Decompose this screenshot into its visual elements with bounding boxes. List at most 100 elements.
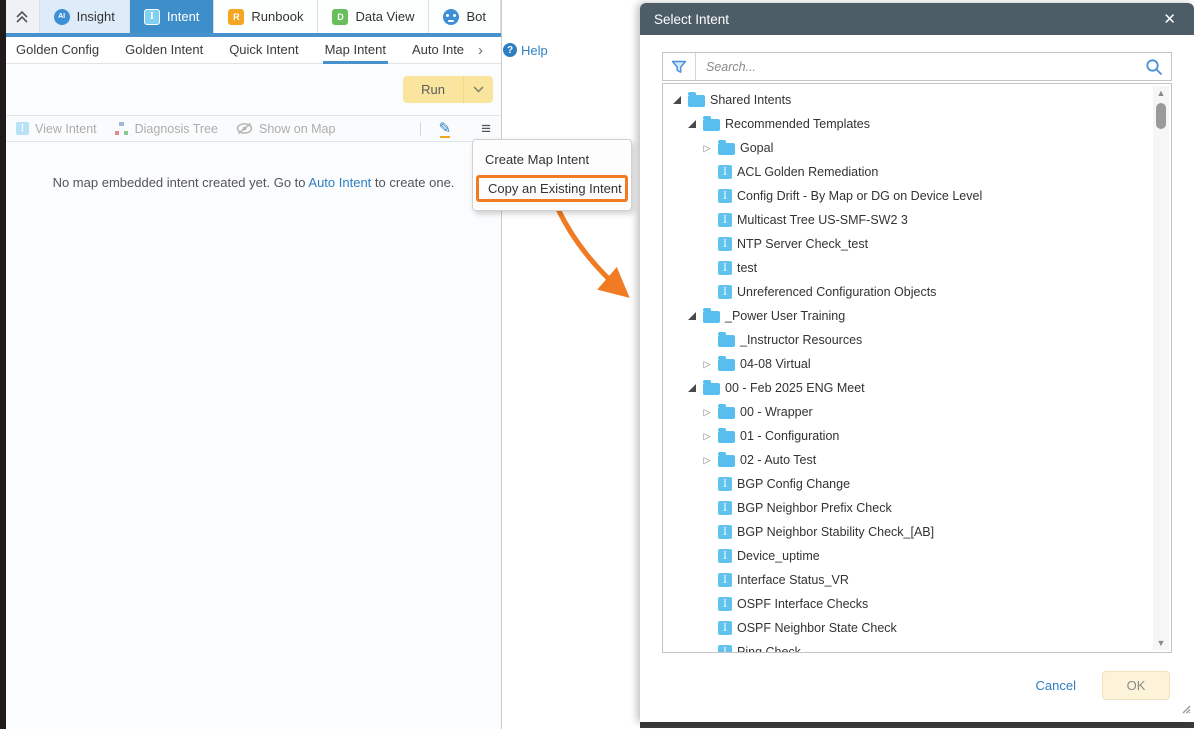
tree-item-label: 01 - Configuration — [740, 429, 839, 443]
folder-icon — [718, 359, 735, 371]
tree-item[interactable]: ▷02 - Auto Test — [663, 448, 1151, 472]
tree-item[interactable]: 00 - Feb 2025 ENG Meet — [663, 376, 1151, 400]
expander-icon[interactable]: ▷ — [701, 407, 713, 418]
tree-item-label: BGP Neighbor Prefix Check — [737, 501, 892, 515]
folder-icon — [688, 95, 705, 107]
tree-item[interactable]: ▷04-08 Virtual — [663, 352, 1151, 376]
tree-item[interactable]: IUnreferenced Configuration Objects — [663, 280, 1151, 304]
diagnosis-tree-icon — [115, 122, 129, 135]
tree-item-label: Config Drift - By Map or DG on Device Le… — [737, 189, 982, 203]
filter-funnel-icon — [671, 60, 687, 74]
cancel-button[interactable]: Cancel — [1036, 678, 1076, 693]
scrollbar-thumb[interactable] — [1156, 103, 1166, 129]
intent-icon: I — [718, 501, 732, 515]
subnav-item-auto-inte[interactable]: Auto Inte — [412, 38, 464, 63]
tab-label: Insight — [77, 9, 115, 24]
tree-item[interactable]: INTP Server Check_test — [663, 232, 1151, 256]
edit-pencil-icon[interactable]: ✎ — [439, 121, 452, 136]
eye-slash-icon — [236, 122, 253, 135]
folder-icon — [718, 143, 735, 155]
intent-icon: I — [718, 597, 732, 611]
tree-item[interactable]: ▷ 01 - Configuration — [663, 424, 1151, 448]
dialog-header[interactable]: Select Intent ✕ — [640, 3, 1194, 35]
subnav-item-golden-intent[interactable]: Golden Intent — [125, 38, 203, 63]
show-on-map-button[interactable]: Show on Map — [236, 122, 335, 136]
diagnosis-tree-button[interactable]: Diagnosis Tree — [115, 122, 218, 136]
tab-runbook[interactable]: RRunbook — [214, 0, 318, 33]
tree-item[interactable]: _Instructor Resources — [663, 328, 1151, 352]
tree-item[interactable]: IACL Golden Remediation — [663, 160, 1151, 184]
intent-icon: I — [718, 285, 732, 299]
run-button[interactable]: Run — [403, 76, 463, 103]
tree-item[interactable]: Itest — [663, 256, 1151, 280]
close-icon[interactable]: ✕ — [1159, 8, 1180, 30]
expander-icon[interactable] — [686, 312, 698, 320]
tree-item[interactable]: IDevice_uptime — [663, 544, 1151, 568]
expander-icon[interactable]: ▷ — [701, 143, 713, 154]
tree-item-label: BGP Config Change — [737, 477, 850, 491]
tab-insight[interactable]: AIInsight — [40, 0, 130, 33]
empty-state-message: No map embedded intent created yet. Go t… — [6, 142, 501, 190]
tab-data-view[interactable]: DData View — [318, 0, 429, 33]
run-dropdown-button[interactable] — [463, 76, 493, 103]
tree-item[interactable]: I BGP Neighbor Prefix Check — [663, 496, 1151, 520]
top-tab-bar: AIInsightIIntentRRunbookDData ViewBot — [6, 0, 501, 33]
scrollbar-down-button[interactable]: ▼ — [1153, 636, 1169, 650]
collapse-panel-button[interactable] — [6, 0, 40, 33]
expander-icon[interactable] — [686, 384, 698, 392]
run-split-button[interactable]: Run — [403, 76, 493, 103]
tab-bot[interactable]: Bot — [429, 0, 501, 33]
tree-item[interactable]: I Ping Check — [663, 640, 1151, 653]
tree-item[interactable]: Shared Intents — [663, 88, 1151, 112]
folder-icon — [718, 431, 735, 443]
expander-icon[interactable]: ▷ — [701, 431, 713, 442]
tree-item[interactable]: I Config Drift - By Map or DG on Device L… — [663, 184, 1151, 208]
help-icon: ? — [503, 43, 517, 57]
runbook-icon: R — [228, 9, 244, 25]
expander-icon[interactable] — [686, 120, 698, 128]
help-button[interactable]: ? Help — [503, 43, 548, 58]
auto-intent-link[interactable]: Auto Intent — [308, 175, 371, 190]
tree-item[interactable]: IBGP Neighbor Stability Check_[AB] — [663, 520, 1151, 544]
expander-icon[interactable]: ▷ — [701, 455, 713, 466]
bot-icon — [443, 9, 459, 25]
intent-icon: I — [718, 645, 732, 653]
tree-item[interactable]: IMulticast Tree US-SMF-SW2 3 — [663, 208, 1151, 232]
search-input[interactable] — [696, 60, 1137, 74]
ok-button[interactable]: OK — [1102, 671, 1170, 700]
tab-intent[interactable]: IIntent — [130, 0, 215, 33]
tree-item[interactable]: Recommended Templates — [663, 112, 1151, 136]
menu-item-copy-an-existing-intent[interactable]: Copy an Existing Intent — [476, 175, 628, 202]
expander-icon[interactable] — [671, 96, 683, 104]
view-intent-button[interactable]: I View Intent — [16, 122, 97, 136]
search-button[interactable] — [1137, 58, 1171, 76]
menu-hamburger-icon[interactable]: ≡ — [481, 120, 491, 137]
tree-item[interactable]: IOSPF Neighbor State Check — [663, 616, 1151, 640]
tree-item-label: Ping Check — [737, 645, 801, 653]
tree-item-label: Recommended Templates — [725, 117, 870, 131]
tree-item[interactable]: ▷ 00 - Wrapper — [663, 400, 1151, 424]
intent-icon: I — [718, 189, 732, 203]
tree-item[interactable]: _Power User Training — [663, 304, 1151, 328]
search-bar — [662, 52, 1172, 81]
scrollbar-track[interactable]: ▲ ▼ — [1153, 86, 1169, 650]
subnav-item-golden-config[interactable]: Golden Config — [16, 38, 99, 63]
subnav-item-map-intent[interactable]: Map Intent — [325, 38, 386, 63]
intent-icon: I — [718, 621, 732, 635]
nav-overflow-chevron-icon[interactable]: › — [478, 42, 483, 59]
intent-icon: I — [718, 261, 732, 275]
tree-item[interactable]: IBGP Config Change — [663, 472, 1151, 496]
filter-button[interactable] — [663, 53, 696, 80]
scrollbar-up-button[interactable]: ▲ — [1153, 86, 1169, 100]
menu-item-create-map-intent[interactable]: Create Map Intent — [473, 146, 631, 173]
tree-item[interactable]: IOSPF Interface Checks — [663, 592, 1151, 616]
subnav-item-quick-intent[interactable]: Quick Intent — [229, 38, 298, 63]
tree-item[interactable]: IInterface Status_VR — [663, 568, 1151, 592]
resize-handle-icon[interactable] — [1180, 703, 1191, 714]
tree-item-label: 00 - Wrapper — [740, 405, 813, 419]
expander-icon[interactable]: ▷ — [701, 359, 713, 370]
double-chevron-up-icon — [15, 10, 29, 24]
tree-item[interactable]: ▷Gopal — [663, 136, 1151, 160]
collapsed-triangle-icon: ▷ — [704, 431, 711, 442]
view-intent-icon: I — [16, 122, 29, 135]
